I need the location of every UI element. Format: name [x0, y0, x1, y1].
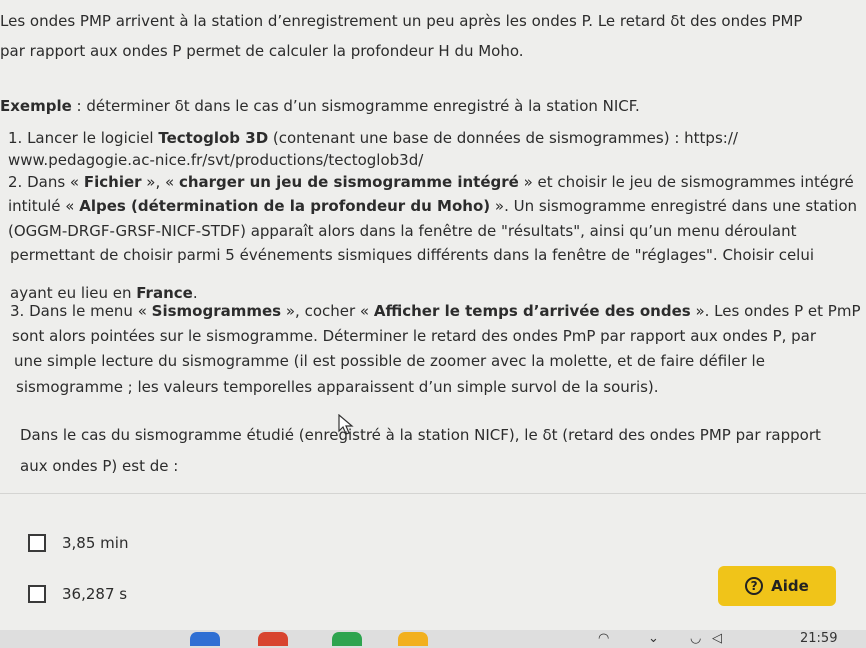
- step-2-line-2: intitulé « Alpes (détermination de la pr…: [8, 197, 857, 215]
- step-2-line-4: permettant de choisir parmi 5 événements…: [10, 246, 815, 264]
- s3-pre: 3. Dans le menu «: [10, 302, 152, 320]
- step-3-line-2: sont alors pointées sur le sismogramme. …: [12, 327, 817, 345]
- app-icon-4[interactable]: [398, 632, 428, 646]
- question-line-1: Dans le cas du sismogramme étudié (enreg…: [20, 426, 821, 444]
- s2-fichier: Fichier: [83, 173, 142, 191]
- step-1-pre: 1. Lancer le logiciel: [8, 129, 159, 147]
- step-1-url: www.pedagogie.ac-nice.fr/svt/productions…: [8, 151, 424, 169]
- example-heading: Exemple : déterminer δt dans le cas d’un…: [0, 97, 640, 115]
- step-1: 1. Lancer le logiciel Tectoglob 3D (cont…: [8, 129, 738, 147]
- option-2-label: 36,287 s: [62, 585, 128, 603]
- step-2-line-3: (OGGM-DRGF-GRSF-NICF-STDF) apparaît alor…: [8, 222, 797, 240]
- step-2-line-1: 2. Dans « Fichier », « charger un jeu de…: [8, 173, 854, 191]
- example-label: Exemple: [0, 97, 72, 115]
- s2l2-alpes: Alpes (détermination de la profondeur du…: [79, 197, 491, 215]
- s2-mid: », «: [141, 173, 179, 191]
- s2l2-post: ». Un sismogramme enregistré dans une st…: [490, 197, 858, 215]
- option-1[interactable]: 3,85 min: [28, 534, 128, 552]
- s3-afficher: Afficher le temps d’arrivée des ondes: [373, 302, 691, 320]
- s2-charger: charger un jeu de sismogramme intégré: [178, 173, 519, 191]
- checkbox[interactable]: [28, 585, 46, 603]
- s3-mid: », cocher «: [281, 302, 374, 320]
- exercise-content: Les ondes PMP arrivent à la station d’en…: [0, 0, 866, 600]
- app-icon-2[interactable]: [258, 632, 288, 646]
- s2-pre: 2. Dans «: [8, 173, 84, 191]
- clock[interactable]: 21:59: [800, 631, 837, 646]
- divider: [0, 493, 866, 494]
- chevron-down-icon[interactable]: ⌄: [648, 631, 659, 646]
- question-mark-icon: ?: [745, 577, 764, 595]
- wifi-icon[interactable]: ◠: [598, 631, 609, 646]
- help-button-label: Aide: [771, 577, 809, 595]
- checkbox[interactable]: [28, 534, 46, 552]
- example-text: : déterminer δt dans le cas d’un sismogr…: [71, 97, 640, 115]
- option-1-label: 3,85 min: [62, 534, 129, 552]
- s2-post: » et choisir le jeu de sismogrammes inté…: [518, 173, 854, 191]
- s2l5-post: .: [192, 284, 198, 302]
- step-1-software: Tectoglob 3D: [158, 129, 269, 147]
- app-icon-3[interactable]: [332, 632, 362, 646]
- question-line-2: aux ondes P) est de :: [20, 457, 179, 475]
- option-2[interactable]: 36,287 s: [28, 585, 127, 603]
- s2l5-france: France: [136, 284, 193, 302]
- step-2-line-5: ayant eu lieu en France.: [10, 284, 198, 302]
- help-button[interactable]: ? Aide: [718, 566, 836, 606]
- step-3-line-3: une simple lecture du sismogramme (il es…: [14, 352, 765, 370]
- volume-icon[interactable]: ◁: [712, 631, 722, 646]
- intro-line-2: par rapport aux ondes P permet de calcul…: [0, 42, 524, 60]
- s2l5-pre: ayant eu lieu en: [10, 284, 137, 302]
- app-icon-1[interactable]: [190, 632, 220, 646]
- s3-post: ». Les ondes P et PmP: [690, 302, 861, 320]
- intro-line-1: Les ondes PMP arrivent à la station d’en…: [0, 12, 803, 30]
- taskbar: ◠ ⌄ ◡ ◁ 21:59: [0, 630, 866, 648]
- step-3-line-1: 3. Dans le menu « Sismogrammes », cocher…: [10, 302, 861, 320]
- step-3-line-4: sismogramme ; les valeurs temporelles ap…: [16, 378, 659, 396]
- s2l2-pre: intitulé «: [8, 197, 80, 215]
- network-icon[interactable]: ◡: [690, 631, 701, 646]
- s3-sismo: Sismogrammes: [151, 302, 282, 320]
- step-1-post: (contenant une base de données de sismog…: [268, 129, 738, 147]
